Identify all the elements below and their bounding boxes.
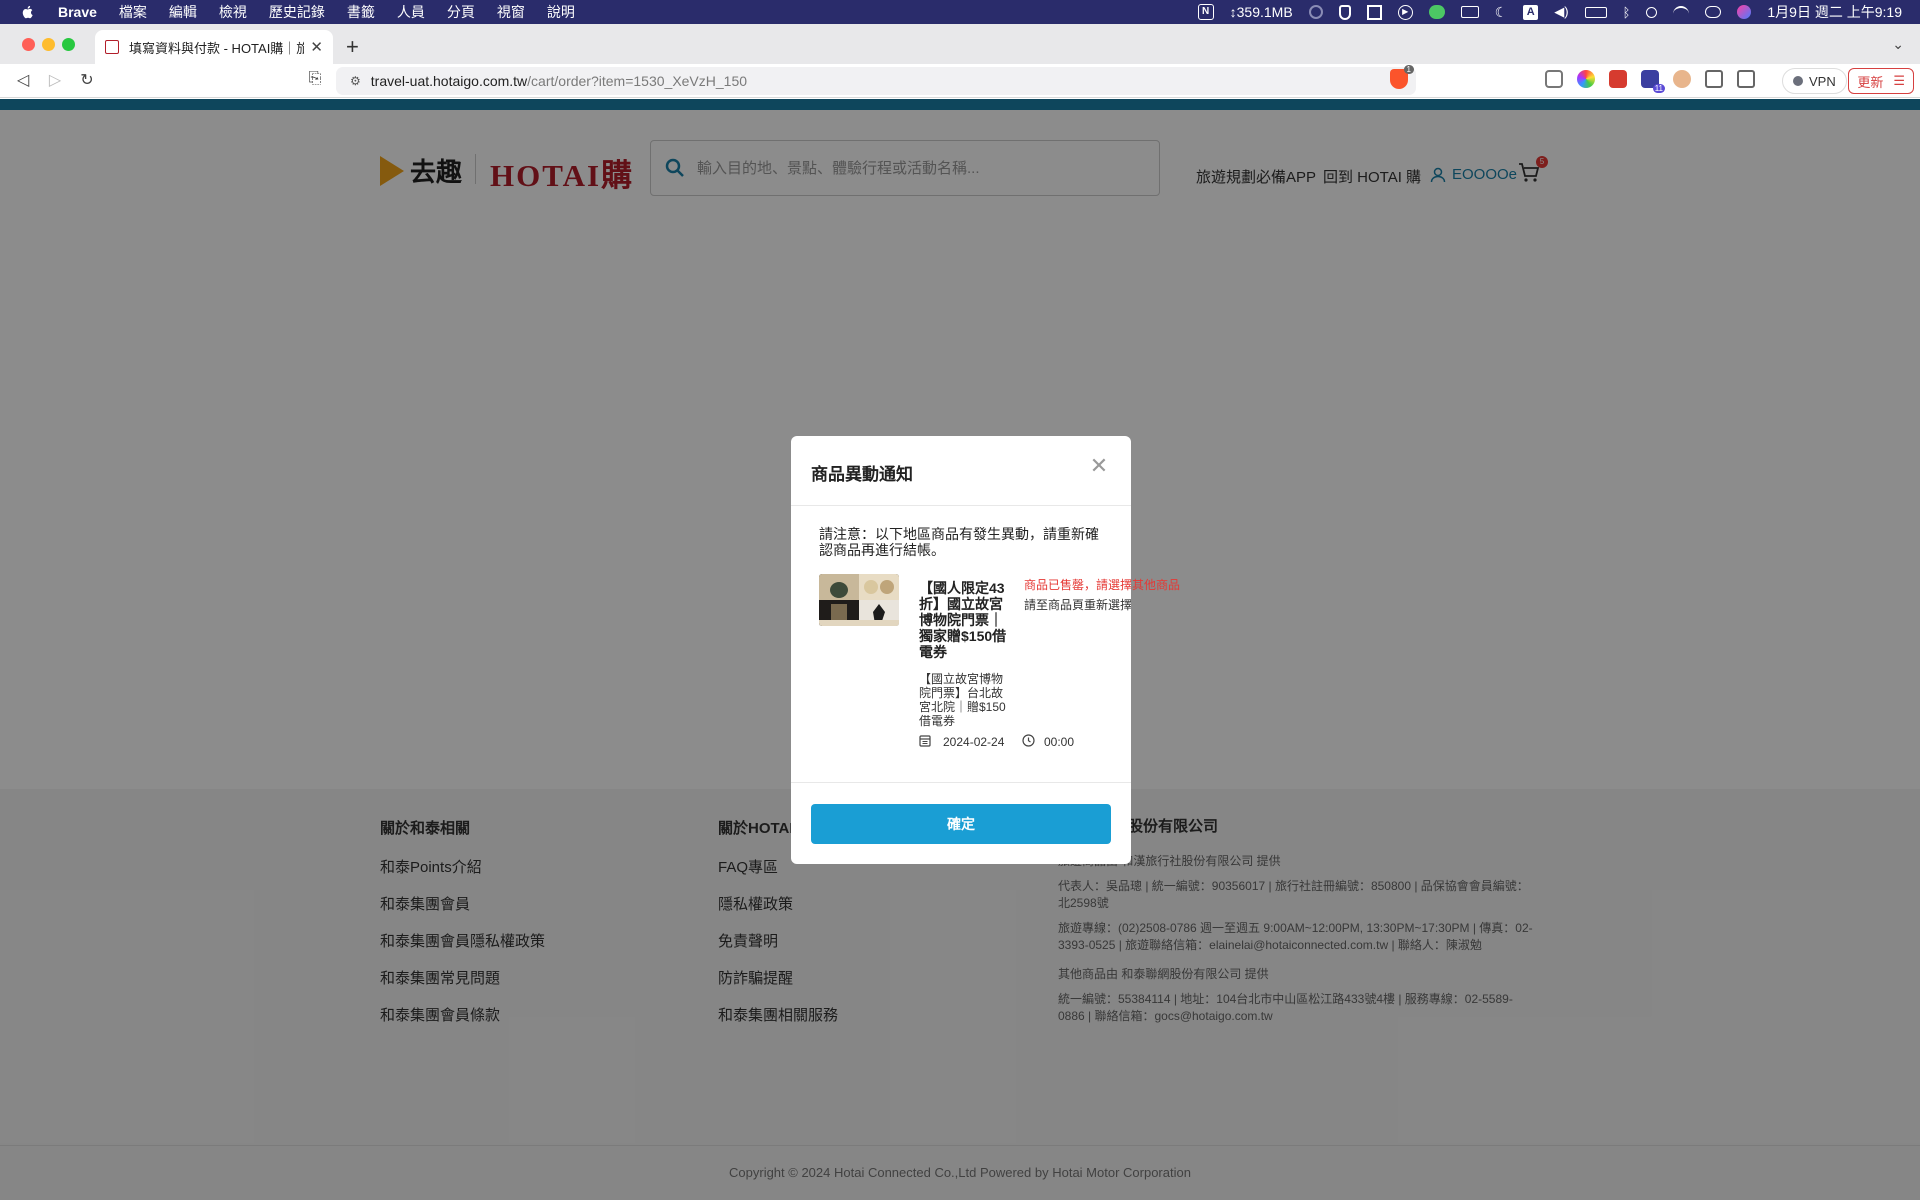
menubar-status-area: N ↕359.1MB ▶ ☾ A ◀) ᛒ 1月9日 週二 上午9:19 bbox=[1197, 0, 1902, 24]
shield-status-icon[interactable] bbox=[1338, 4, 1351, 20]
notion-icon[interactable]: N bbox=[1197, 4, 1214, 20]
volume-icon[interactable]: ◀) bbox=[1554, 4, 1568, 20]
puzzle-extensions-icon[interactable] bbox=[1705, 70, 1723, 88]
tab-list-chevron-icon[interactable]: ⌄ bbox=[1892, 36, 1904, 53]
url-host: travel-uat.hotaigo.com.tw bbox=[370, 73, 528, 89]
line-chat-icon[interactable] bbox=[1428, 5, 1445, 19]
extension-count-badge: 11 bbox=[1652, 84, 1665, 93]
wallet-icon[interactable] bbox=[1737, 70, 1755, 88]
bookmark-icon[interactable]: ⎘ bbox=[304, 70, 326, 88]
control-center-icon[interactable] bbox=[1705, 6, 1722, 18]
product-thumbnail bbox=[819, 574, 899, 626]
product-name: 【國人限定43折】國立故宮博物院門票｜獨家贈$150借電券 bbox=[919, 580, 1007, 660]
menu-view[interactable]: 檢視 bbox=[219, 2, 247, 22]
new-tab-button[interactable]: + bbox=[346, 34, 359, 60]
siri-icon[interactable] bbox=[1737, 5, 1752, 19]
extensions-row: 11 bbox=[1545, 70, 1755, 93]
bluetooth-icon[interactable]: ᛒ bbox=[1623, 5, 1631, 20]
tab-close-icon[interactable]: ✕ bbox=[310, 38, 323, 56]
tab-title: 填寫資料與付款 - HOTAI購｜旅遊 bbox=[129, 40, 305, 56]
menu-window[interactable]: 視窗 bbox=[497, 2, 525, 22]
site-settings-icon[interactable]: ⚙ bbox=[350, 74, 361, 88]
modal-notice-text: 請注意：以下地區商品有發生異動，請重新確認商品再進行結帳。 bbox=[819, 526, 1099, 558]
reload-button[interactable]: ↻ bbox=[76, 70, 98, 90]
window-minimize-button[interactable] bbox=[42, 38, 55, 51]
menu-help[interactable]: 說明 bbox=[547, 2, 575, 22]
vpn-status-icon bbox=[1793, 76, 1803, 86]
vpn-button[interactable]: VPN bbox=[1782, 68, 1847, 94]
avatar-extension-icon[interactable] bbox=[1673, 70, 1691, 88]
shields-count-badge: 1 bbox=[1403, 65, 1414, 74]
menu-edit[interactable]: 編輯 bbox=[169, 2, 197, 22]
product-date: 2024-02-24 bbox=[943, 735, 1005, 749]
spiral-icon[interactable] bbox=[1308, 5, 1323, 19]
menu-file[interactable]: 檔案 bbox=[119, 2, 147, 22]
browser-toolbar: ◁ ▷ ↻ ⎘ ⚙ travel-uat.hotaigo.com.tw/cart… bbox=[0, 64, 1920, 98]
forward-button[interactable]: ▷ bbox=[44, 70, 66, 90]
modal-close-icon[interactable]: ✕ bbox=[1087, 454, 1111, 478]
hotai-favicon-icon bbox=[105, 40, 119, 54]
confirm-button[interactable]: 確定 bbox=[811, 804, 1111, 844]
vpn-label: VPN bbox=[1809, 73, 1836, 89]
product-change-modal: 商品異動通知 ✕ 請注意：以下地區商品有發生異動，請重新確認商品再進行結帳。 【… bbox=[791, 436, 1180, 864]
window-zoom-button[interactable] bbox=[62, 38, 75, 51]
museum-artifacts-image bbox=[819, 574, 899, 626]
address-bar[interactable]: ⚙ travel-uat.hotaigo.com.tw/cart/order?i… bbox=[336, 67, 1416, 95]
menu-tab[interactable]: 分頁 bbox=[447, 2, 475, 22]
macos-menubar: Brave 檔案 編輯 檢視 歷史記錄 書籤 人員 分頁 視窗 說明 N ↕35… bbox=[0, 0, 1920, 24]
modal-header: 商品異動通知 ✕ bbox=[791, 436, 1131, 506]
modal-title: 商品異動通知 bbox=[811, 465, 913, 484]
apple-menu-icon[interactable] bbox=[20, 4, 36, 20]
update-button[interactable]: 更新 ☰ bbox=[1848, 68, 1914, 94]
menu-app-name[interactable]: Brave bbox=[58, 4, 97, 20]
menubar-clock[interactable]: 1月9日 週二 上午9:19 bbox=[1767, 2, 1902, 22]
play-icon[interactable]: ▶ bbox=[1397, 4, 1413, 20]
memory-readout[interactable]: ↕359.1MB bbox=[1230, 4, 1293, 20]
s-extension-icon[interactable] bbox=[1609, 70, 1627, 88]
screenshot-icon[interactable] bbox=[1366, 4, 1382, 20]
url-path: /cart/order?item=1530_XeVzH_150 bbox=[527, 73, 748, 89]
color-picker-extension-icon[interactable] bbox=[1577, 70, 1595, 88]
hamburger-menu-icon: ☰ bbox=[1893, 73, 1905, 88]
back-button[interactable]: ◁ bbox=[12, 70, 34, 90]
clock-icon bbox=[1022, 734, 1035, 747]
menu-people[interactable]: 人員 bbox=[397, 2, 425, 22]
update-label: 更新 bbox=[1857, 74, 1884, 90]
browser-tabstrip: 填寫資料與付款 - HOTAI購｜旅遊 ✕ + ⌄ bbox=[0, 24, 1920, 64]
menu-history[interactable]: 歷史記錄 bbox=[269, 2, 325, 22]
modal-footer-divider bbox=[791, 782, 1131, 783]
spotlight-search-icon[interactable] bbox=[1646, 6, 1658, 18]
product-variant: 【國立故宮博物院門票】台北故宮北院｜贈$150借電券 bbox=[919, 672, 1006, 728]
wifi-icon[interactable] bbox=[1673, 6, 1690, 18]
badge-extension-icon[interactable]: 11 bbox=[1641, 70, 1665, 93]
input-method-icon[interactable]: A bbox=[1523, 4, 1539, 20]
reselect-hint: 請至商品頁重新選擇 bbox=[1024, 598, 1131, 612]
translate-extension-icon[interactable] bbox=[1545, 70, 1563, 88]
menu-bookmarks[interactable]: 書籤 bbox=[347, 2, 375, 22]
moon-icon[interactable]: ☾ bbox=[1495, 4, 1508, 21]
browser-tab-active[interactable]: 填寫資料與付款 - HOTAI購｜旅遊 ✕ bbox=[95, 30, 333, 64]
battery-icon[interactable] bbox=[1584, 6, 1607, 18]
brave-shields-icon[interactable]: 1 bbox=[1390, 65, 1414, 89]
keyboard-icon[interactable] bbox=[1460, 6, 1479, 18]
window-close-button[interactable] bbox=[22, 38, 35, 51]
calendar-icon bbox=[919, 735, 931, 747]
sold-out-status: 商品已售罄，請選擇其他商品 bbox=[1024, 578, 1181, 592]
product-time: 00:00 bbox=[1044, 735, 1075, 749]
